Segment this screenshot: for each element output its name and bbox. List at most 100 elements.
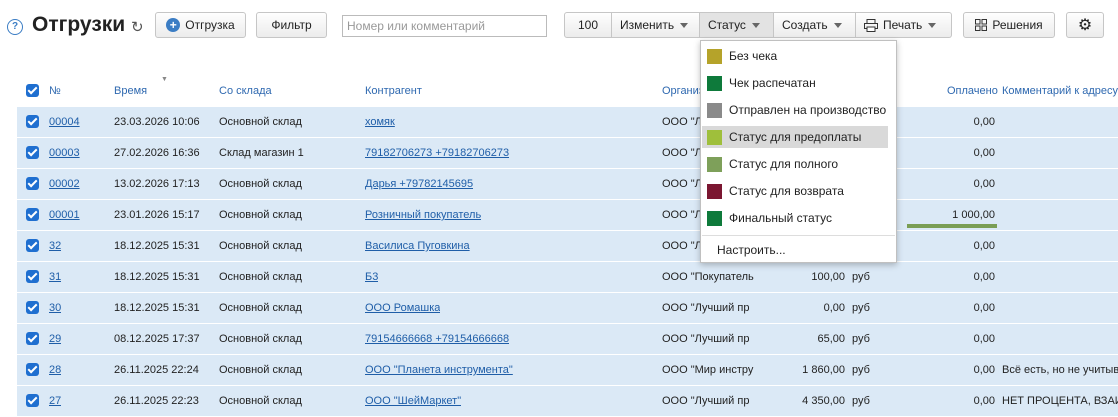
row-number-link[interactable]: 00003 — [49, 147, 80, 159]
status-item-label: Статус для полного — [729, 157, 839, 171]
row-contractor-link[interactable]: 79154666668 +79154666668 — [365, 333, 509, 345]
status-item[interactable]: Статус для предоплаты — [702, 126, 888, 148]
row-time: 13.02.2026 17:13 — [114, 178, 200, 190]
row-warehouse: Основной склад — [219, 333, 302, 345]
help-icon[interactable]: ? — [7, 19, 23, 35]
row-checkbox[interactable] — [26, 270, 39, 283]
row-number-link[interactable]: 29 — [49, 333, 61, 345]
print-dropdown[interactable]: Печать — [856, 12, 952, 38]
status-color-swatch — [707, 75, 722, 91]
row-checkbox[interactable] — [26, 363, 39, 376]
row-currency: руб — [852, 395, 870, 407]
solutions-icon — [975, 19, 988, 31]
status-color-swatch — [707, 48, 722, 64]
status-dropdown[interactable]: Статус — [700, 12, 774, 38]
row-paid: 0,00 — [973, 178, 995, 190]
row-contractor-link[interactable]: ООО "ШейМаркет" — [365, 395, 461, 407]
status-item-label: Без чека — [729, 49, 778, 63]
table-row[interactable]: 00003 27.02.2026 16:36 Склад магазин 1 7918… — [17, 138, 1118, 169]
col-number[interactable]: № — [49, 85, 61, 97]
status-item[interactable]: Без чека — [702, 45, 888, 67]
row-checkbox[interactable] — [26, 115, 39, 128]
row-currency: руб — [852, 333, 870, 345]
table-row[interactable]: 32 18.12.2025 15:31 Основной склад Василиса… — [17, 231, 1118, 262]
row-contractor-link[interactable]: Розничный покупатель — [365, 209, 481, 221]
solutions-button[interactable]: Решения — [963, 12, 1055, 38]
chevron-down-icon — [680, 22, 689, 28]
col-organization[interactable]: Организ — [662, 85, 704, 97]
status-item-label: Отправлен на производство — [729, 103, 887, 117]
row-contractor-link[interactable]: ООО Ромашка — [365, 302, 440, 314]
row-paid: 0,00 — [973, 395, 995, 407]
search-input[interactable] — [342, 15, 547, 37]
row-checkbox[interactable] — [26, 146, 39, 159]
col-contractor[interactable]: Контрагент — [365, 85, 422, 97]
row-organization: ООО "Лучший пр — [662, 333, 750, 345]
row-contractor-link[interactable]: хомяк — [365, 116, 395, 128]
table-row[interactable]: 27 26.11.2025 22:23 Основной склад ООО "Шей… — [17, 386, 1118, 417]
row-paid: 0,00 — [973, 333, 995, 345]
change-dropdown[interactable]: Изменить — [612, 12, 700, 38]
row-comment: НЕТ ПРОЦЕНТА, ВЗАИМ — [1002, 395, 1118, 407]
row-organization: ООО "Лучший пр — [662, 395, 750, 407]
row-number-link[interactable]: 31 — [49, 271, 61, 283]
page-size-field[interactable]: 100 — [564, 12, 612, 38]
table-row[interactable]: 00004 23.03.2026 10:06 Основной склад хомяк… — [17, 107, 1118, 138]
status-item[interactable]: Статус для полного — [702, 153, 888, 175]
create-dropdown[interactable]: Создать — [774, 12, 856, 38]
col-warehouse[interactable]: Со склада — [219, 85, 272, 97]
row-paid: 0,00 — [973, 302, 995, 314]
row-number-link[interactable]: 28 — [49, 364, 61, 376]
paid-progress-bar — [907, 224, 997, 228]
filter-button[interactable]: Фильтр — [256, 12, 327, 38]
table-row[interactable]: 30 18.12.2025 15:31 Основной склад ООО Рома… — [17, 293, 1118, 324]
row-checkbox[interactable] — [26, 239, 39, 252]
row-number-link[interactable]: 00001 — [49, 209, 80, 221]
row-time: 26.11.2025 22:23 — [114, 395, 199, 407]
row-contractor-link[interactable]: Василиса Пуговкина — [365, 240, 470, 252]
table-header: № Время ▼ Со склада Контрагент Организ О… — [0, 76, 1118, 102]
status-item[interactable]: Статус для возврата — [702, 180, 888, 202]
col-paid[interactable]: Оплачено — [947, 85, 998, 97]
gear-icon: ⚙ — [1077, 17, 1093, 34]
row-contractor-link[interactable]: ООО "Планета инструмента" — [365, 364, 513, 376]
row-warehouse: Склад магазин 1 — [219, 147, 304, 159]
row-organization: ООО "Лучший пр — [662, 302, 750, 314]
status-item[interactable]: Финальный статус — [702, 207, 888, 229]
row-checkbox[interactable] — [26, 208, 39, 221]
status-item-label: Статус для предоплаты — [729, 130, 862, 144]
col-time[interactable]: Время — [114, 85, 147, 97]
table-row[interactable]: 29 08.12.2025 17:37 Основной склад 79154666… — [17, 324, 1118, 355]
row-time: 26.11.2025 22:24 — [114, 364, 199, 376]
chevron-down-icon — [833, 22, 842, 28]
row-checkbox[interactable] — [26, 177, 39, 190]
row-number-link[interactable]: 27 — [49, 395, 61, 407]
settings-button[interactable]: ⚙ — [1066, 12, 1104, 38]
row-checkbox[interactable] — [26, 332, 39, 345]
row-contractor-link[interactable]: 79182706273 +79182706273 — [365, 147, 509, 159]
table-row[interactable]: 31 18.12.2025 15:31 Основной склад Б3 ООО "П… — [17, 262, 1118, 293]
row-number-link[interactable]: 00004 — [49, 116, 80, 128]
row-number-link[interactable]: 30 — [49, 302, 61, 314]
row-checkbox[interactable] — [26, 301, 39, 314]
row-paid: 0,00 — [973, 364, 995, 376]
row-paid: 0,00 — [973, 240, 995, 252]
row-time: 23.01.2026 15:17 — [114, 209, 200, 221]
row-comment: Всё есть, но не учитыв — [1002, 364, 1118, 376]
refresh-icon[interactable]: ↻ — [131, 18, 144, 36]
row-contractor-link[interactable]: Дарья +79782145695 — [365, 178, 473, 190]
status-item[interactable]: Чек распечатан — [702, 72, 888, 94]
row-number-link[interactable]: 32 — [49, 240, 61, 252]
table-row[interactable]: 28 26.11.2025 22:24 Основной склад ООО "Пла… — [17, 355, 1118, 386]
plus-icon: + — [166, 18, 181, 32]
row-number-link[interactable]: 00002 — [49, 178, 80, 190]
row-contractor-link[interactable]: Б3 — [365, 271, 378, 283]
add-shipment-button[interactable]: + Отгрузка — [155, 12, 246, 38]
toolbar-group: 100 Изменить Статус Создать Печать — [564, 12, 952, 38]
row-time: 18.12.2025 15:31 — [114, 302, 200, 314]
status-configure-item[interactable]: Настроить... — [717, 239, 903, 261]
col-comment[interactable]: Комментарий к адресу — [1002, 85, 1118, 97]
status-item[interactable]: Отправлен на производство — [702, 99, 888, 121]
table-row[interactable]: 00002 13.02.2026 17:13 Основной склад Дарья… — [17, 169, 1118, 200]
row-organization: ООО "Покупатель — [662, 271, 754, 283]
